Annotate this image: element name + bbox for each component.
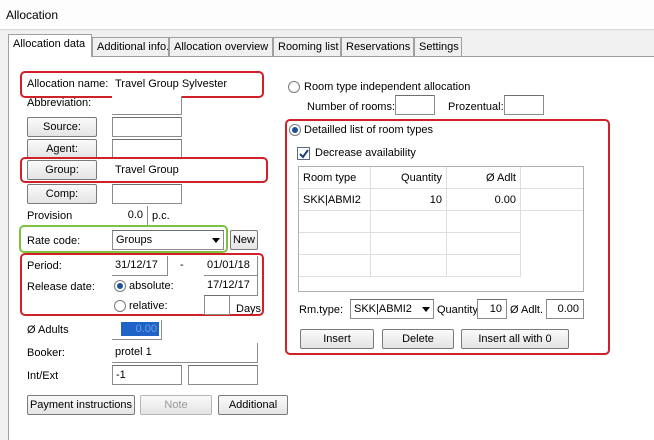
provision-label: Provision xyxy=(27,210,73,222)
release-relative-label: relative: xyxy=(129,300,168,312)
decrease-availability-checkbox[interactable] xyxy=(297,147,310,160)
intext-field[interactable]: -1 xyxy=(112,365,182,385)
number-of-rooms-field[interactable] xyxy=(395,95,435,115)
release-relative-field[interactable] xyxy=(204,295,230,315)
new-rate-button[interactable]: New xyxy=(230,230,258,250)
quantity-label: Quantity xyxy=(437,304,478,316)
grid-empty-cell xyxy=(371,255,447,277)
insert-all-button[interactable]: Insert all with 0 xyxy=(461,329,569,349)
release-date-label: Release date: xyxy=(27,281,95,293)
tab-strip: Allocation data Additional info. Allocat… xyxy=(0,30,654,57)
tab-allocation-overview[interactable]: Allocation overview xyxy=(169,37,273,56)
provision-field[interactable]: 0.0 xyxy=(112,206,148,226)
insert-button[interactable]: Insert xyxy=(300,329,374,349)
note-button[interactable]: Note xyxy=(140,395,212,415)
decrease-availability-label: Decrease availability xyxy=(315,147,416,159)
adults-field[interactable]: 0.00 xyxy=(112,320,162,340)
grid-cell-blank xyxy=(521,189,583,211)
rmtype-select[interactable]: SKK|ABMI2 xyxy=(350,299,434,319)
grid-cell-quantity[interactable]: 10 xyxy=(371,189,447,211)
intext-label: Int/Ext xyxy=(27,370,59,382)
rmtype-value: SKK|ABMI2 xyxy=(354,303,412,315)
grid-cell-room-type[interactable]: SKK|ABMI2 xyxy=(299,189,371,211)
adlt-field[interactable]: 0.00 xyxy=(546,299,584,319)
tab-additional-info[interactable]: Additional info. xyxy=(92,37,169,56)
delete-button[interactable]: Delete xyxy=(382,329,454,349)
tab-rooming-list[interactable]: Rooming list xyxy=(273,37,341,56)
intext-field-2[interactable] xyxy=(188,365,258,385)
agent-button[interactable]: Agent: xyxy=(27,139,97,159)
grid-header-adlt[interactable]: Ø Adlt xyxy=(447,167,521,189)
grid-empty-cell xyxy=(371,211,447,233)
grid-header-room-type[interactable]: Room type xyxy=(299,167,371,189)
source-button[interactable]: Source: xyxy=(27,117,97,137)
grid-empty-cell xyxy=(447,255,521,277)
independent-allocation-radio[interactable] xyxy=(288,81,300,93)
detailed-list-label: Detailled list of room types xyxy=(304,124,433,136)
period-label: Period: xyxy=(27,260,62,272)
prozentual-field[interactable] xyxy=(504,95,544,115)
rate-code-select[interactable]: Groups xyxy=(112,230,224,250)
days-label: Days xyxy=(236,303,262,315)
abbreviation-field[interactable] xyxy=(112,96,182,115)
booker-field[interactable]: protel 1 xyxy=(112,343,258,363)
release-absolute-label: absolute: xyxy=(129,280,174,292)
payment-instructions-button[interactable]: Payment instructions xyxy=(27,395,135,415)
quantity-field[interactable]: 10 xyxy=(477,299,507,319)
room-type-grid[interactable]: Room type Quantity Ø Adlt SKK|ABMI2 10 0… xyxy=(298,166,584,292)
release-relative-radio[interactable] xyxy=(114,300,126,312)
period-from-field[interactable]: 31/12/17 xyxy=(112,256,168,276)
period-to-field[interactable]: 01/01/18 xyxy=(204,256,258,276)
chevron-down-icon xyxy=(422,307,430,312)
title-bar: Allocation xyxy=(0,0,654,30)
grid-empty-cell xyxy=(299,233,371,255)
grid-empty-cell xyxy=(299,255,371,277)
rate-code-value: Groups xyxy=(116,234,153,246)
group-button[interactable]: Group: xyxy=(27,160,97,180)
group-field[interactable]: Travel Group xyxy=(112,161,262,181)
agent-field[interactable] xyxy=(112,139,182,159)
tab-reservations[interactable]: Reservations xyxy=(341,37,414,56)
additional-button[interactable]: Additional xyxy=(218,395,288,415)
grid-empty-cell xyxy=(447,233,521,255)
grid-empty-cell xyxy=(371,233,447,255)
tab-settings[interactable]: Settings xyxy=(414,37,462,56)
booker-label: Booker: xyxy=(27,347,65,359)
tab-allocation-data[interactable]: Allocation data xyxy=(8,34,92,57)
adults-label: Ø Adults xyxy=(27,324,69,336)
checkmark-icon xyxy=(299,149,309,159)
source-field[interactable] xyxy=(112,117,182,137)
rate-code-label: Rate code: xyxy=(27,235,81,247)
comp-button[interactable]: Comp: xyxy=(27,184,97,204)
period-separator: - xyxy=(180,259,184,271)
grid-cell-adlt[interactable]: 0.00 xyxy=(447,189,521,211)
allocation-name-label: Allocation name: xyxy=(27,78,109,90)
independent-allocation-label: Room type independent allocation xyxy=(304,81,471,93)
grid-empty-cell xyxy=(299,211,371,233)
grid-header-blank xyxy=(521,167,583,189)
number-of-rooms-label: Number of rooms: xyxy=(307,101,396,113)
release-absolute-radio[interactable] xyxy=(114,280,126,292)
release-absolute-field[interactable]: 17/12/17 xyxy=(204,276,258,296)
allocation-name-field[interactable]: Travel Group Sylvester xyxy=(112,75,258,95)
adlt-label: Ø Adlt. xyxy=(510,304,544,316)
grid-empty-cell xyxy=(447,211,521,233)
comp-field[interactable] xyxy=(112,184,182,204)
prozentual-label: Prozentual: xyxy=(448,101,504,113)
window-title: Allocation xyxy=(6,8,59,22)
adults-value: 0.00 xyxy=(121,322,159,336)
abbreviation-label: Abbreviation: xyxy=(27,97,92,109)
provision-unit: p.c. xyxy=(152,210,170,222)
detailed-list-radio[interactable] xyxy=(289,124,301,136)
chevron-down-icon xyxy=(212,238,220,243)
rmtype-label: Rm.type: xyxy=(299,304,344,316)
grid-header-quantity[interactable]: Quantity xyxy=(371,167,447,189)
